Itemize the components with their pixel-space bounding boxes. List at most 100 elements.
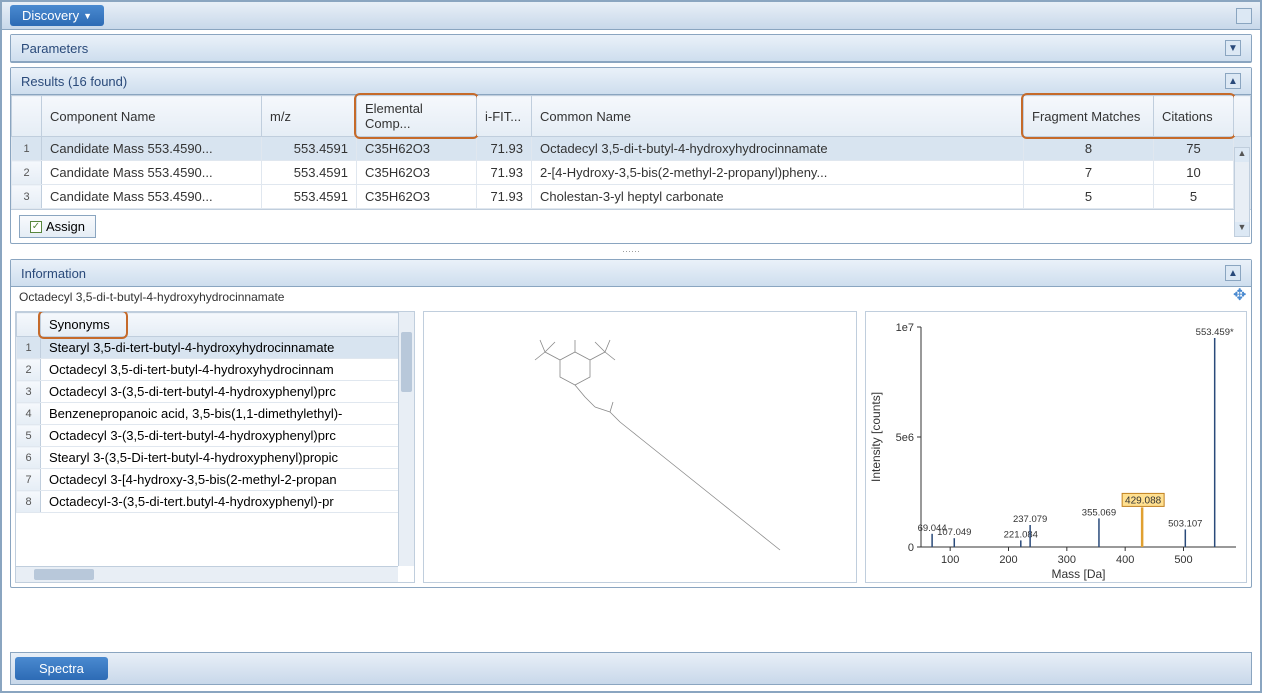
list-item[interactable]: 7 Octadecyl 3-[4-hydroxy-3,5-bis(2-methy… — [17, 469, 414, 491]
main-toolbar: Discovery ▼ — [2, 2, 1260, 30]
collapse-up-icon[interactable]: ▲ — [1225, 73, 1241, 89]
list-item[interactable]: 6 Stearyl 3-(3,5-Di-tert-butyl-4-hydroxy… — [17, 447, 414, 469]
scroll-up-icon[interactable]: ▲ — [1235, 148, 1249, 162]
svg-text:400: 400 — [1116, 554, 1134, 566]
results-header[interactable]: Results (16 found) ▲ — [11, 68, 1251, 95]
parameters-panel: Parameters ▼ — [10, 34, 1252, 63]
row-num: 1 — [12, 137, 42, 161]
list-item[interactable]: 1 Stearyl 3,5-di-tert-butyl-4-hydroxyhyd… — [17, 337, 414, 359]
cell-component: Candidate Mass 553.4590... — [42, 137, 262, 161]
structure-diagram — [423, 311, 857, 583]
syn-text: Octadecyl 3-[4-hydroxy-3,5-bis(2-methyl-… — [41, 469, 414, 491]
cell-ifit: 71.93 — [477, 185, 532, 209]
parameters-header[interactable]: Parameters ▼ — [11, 35, 1251, 62]
window-restore-icon[interactable] — [1236, 8, 1252, 24]
syn-scrollbar-h[interactable] — [16, 566, 398, 582]
col-ifit[interactable]: i-FIT... — [477, 96, 532, 137]
parameters-title: Parameters — [21, 41, 88, 56]
syn-scrollbar-v[interactable] — [398, 312, 414, 566]
syn-row-num: 1 — [17, 337, 41, 359]
syn-col-header[interactable]: Synonyms — [41, 313, 414, 337]
col-elemental[interactable]: Elemental Comp... — [357, 96, 477, 137]
svg-text:503.107: 503.107 — [1168, 518, 1202, 529]
scroll-thumb[interactable] — [401, 332, 412, 392]
syn-text: Benzenepropanoic acid, 3,5-bis(1,1-dimet… — [41, 403, 414, 425]
syn-text: Octadecyl 3-(3,5-di-tert-butyl-4-hydroxy… — [41, 425, 414, 447]
syn-row-num: 4 — [17, 403, 41, 425]
results-header-row: Component Name m/z Elemental Comp... i-F… — [12, 96, 1251, 137]
cell-citations: 10 — [1154, 161, 1234, 185]
svg-text:221.084: 221.084 — [1004, 529, 1038, 540]
list-item[interactable]: 3 Octadecyl 3-(3,5-di-tert-butyl-4-hydro… — [17, 381, 414, 403]
information-panel: Information ▲ Octadecyl 3,5-di-t-butyl-4… — [10, 259, 1252, 588]
cell-common: Cholestan-3-yl heptyl carbonate — [532, 185, 1024, 209]
synonyms-table: Synonyms 1 Stearyl 3,5-di-tert-butyl-4-h… — [16, 312, 414, 513]
expand-down-icon[interactable]: ▼ — [1225, 40, 1241, 56]
syn-row-num: 3 — [17, 381, 41, 403]
syn-row-num: 5 — [17, 425, 41, 447]
svg-text:0: 0 — [908, 542, 914, 554]
col-common[interactable]: Common Name — [532, 96, 1024, 137]
cell-fragment: 7 — [1024, 161, 1154, 185]
spectra-button[interactable]: Spectra — [15, 657, 108, 680]
col-component[interactable]: Component Name — [42, 96, 262, 137]
col-mz[interactable]: m/z — [262, 96, 357, 137]
list-item[interactable]: 5 Octadecyl 3-(3,5-di-tert-butyl-4-hydro… — [17, 425, 414, 447]
assign-button[interactable]: ✓ Assign — [19, 215, 96, 238]
svg-text:429.088: 429.088 — [1125, 495, 1162, 506]
move-icon[interactable]: ✥ — [1233, 285, 1251, 303]
svg-text:300: 300 — [1058, 554, 1076, 566]
syn-row-num: 8 — [17, 491, 41, 513]
syn-text: Octadecyl 3,5-di-tert-butyl-4-hydroxyhyd… — [41, 359, 414, 381]
row-num: 2 — [12, 161, 42, 185]
row-num: 3 — [12, 185, 42, 209]
table-row[interactable]: 2 Candidate Mass 553.4590... 553.4591 C3… — [12, 161, 1251, 185]
information-title: Information — [21, 266, 86, 281]
chevron-down-icon: ▼ — [83, 11, 92, 21]
syn-row-num: 7 — [17, 469, 41, 491]
results-title: Results (16 found) — [21, 74, 127, 89]
synonyms-panel: Synonyms 1 Stearyl 3,5-di-tert-butyl-4-h… — [15, 311, 415, 583]
list-item[interactable]: 2 Octadecyl 3,5-di-tert-butyl-4-hydroxyh… — [17, 359, 414, 381]
syn-text: Stearyl 3-(3,5-Di-tert-butyl-4-hydroxyph… — [41, 447, 414, 469]
collapse-up-icon-2[interactable]: ▲ — [1225, 265, 1241, 281]
footer-bar: Spectra — [10, 652, 1252, 685]
svg-text:355.069: 355.069 — [1082, 507, 1116, 518]
scroll-down-icon[interactable]: ▼ — [1235, 222, 1249, 236]
cell-ifit: 71.93 — [477, 137, 532, 161]
scroll-thumb-h[interactable] — [34, 569, 94, 580]
syn-row-num: 6 — [17, 447, 41, 469]
spectra-label: Spectra — [39, 661, 84, 676]
svg-text:200: 200 — [999, 554, 1017, 566]
info-body: ✥ Synonyms 1 Stearyl 3,5-di-tert-butyl-4… — [11, 307, 1251, 587]
cell-citations: 75 — [1154, 137, 1234, 161]
cell-fragment: 5 — [1024, 185, 1154, 209]
list-item[interactable]: 4 Benzenepropanoic acid, 3,5-bis(1,1-dim… — [17, 403, 414, 425]
table-row[interactable]: 3 Candidate Mass 553.4590... 553.4591 C3… — [12, 185, 1251, 209]
results-panel: Results (16 found) ▲ Component Name m/z … — [10, 67, 1252, 244]
compound-name: Octadecyl 3,5-di-t-butyl-4-hydroxyhydroc… — [11, 287, 1251, 307]
syn-text: Octadecyl 3-(3,5-di-tert-butyl-4-hydroxy… — [41, 381, 414, 403]
cell-mz: 553.4591 — [262, 161, 357, 185]
discovery-dropdown[interactable]: Discovery ▼ — [10, 5, 104, 26]
splitter-handle[interactable]: ⋯⋯ — [2, 246, 1260, 257]
assign-row: ✓ Assign — [11, 209, 1251, 243]
svg-text:553.459*: 553.459* — [1196, 327, 1234, 338]
discovery-label: Discovery — [22, 8, 79, 23]
cell-elemental: C35H62O3 — [357, 185, 477, 209]
cell-component: Candidate Mass 553.4590... — [42, 185, 262, 209]
cell-ifit: 71.93 — [477, 161, 532, 185]
cell-mz: 553.4591 — [262, 185, 357, 209]
information-header[interactable]: Information ▲ — [11, 260, 1251, 287]
col-fragment[interactable]: Fragment Matches — [1024, 96, 1154, 137]
spectrum-chart: 05e61e7100200300400500Mass [Da]Intensity… — [865, 311, 1247, 583]
col-rownum[interactable] — [12, 96, 42, 137]
cell-elemental: C35H62O3 — [357, 161, 477, 185]
svg-text:Intensity [counts]: Intensity [counts] — [869, 392, 883, 482]
table-row[interactable]: 1 Candidate Mass 553.4590... 553.4591 C3… — [12, 137, 1251, 161]
results-scrollbar[interactable]: ▲ ▼ — [1234, 147, 1250, 237]
syn-col-rownum[interactable] — [17, 313, 41, 337]
check-icon: ✓ — [30, 221, 42, 233]
list-item[interactable]: 8 Octadecyl-3-(3,5-di-tert.butyl-4-hydro… — [17, 491, 414, 513]
col-citations[interactable]: Citations — [1154, 96, 1234, 137]
